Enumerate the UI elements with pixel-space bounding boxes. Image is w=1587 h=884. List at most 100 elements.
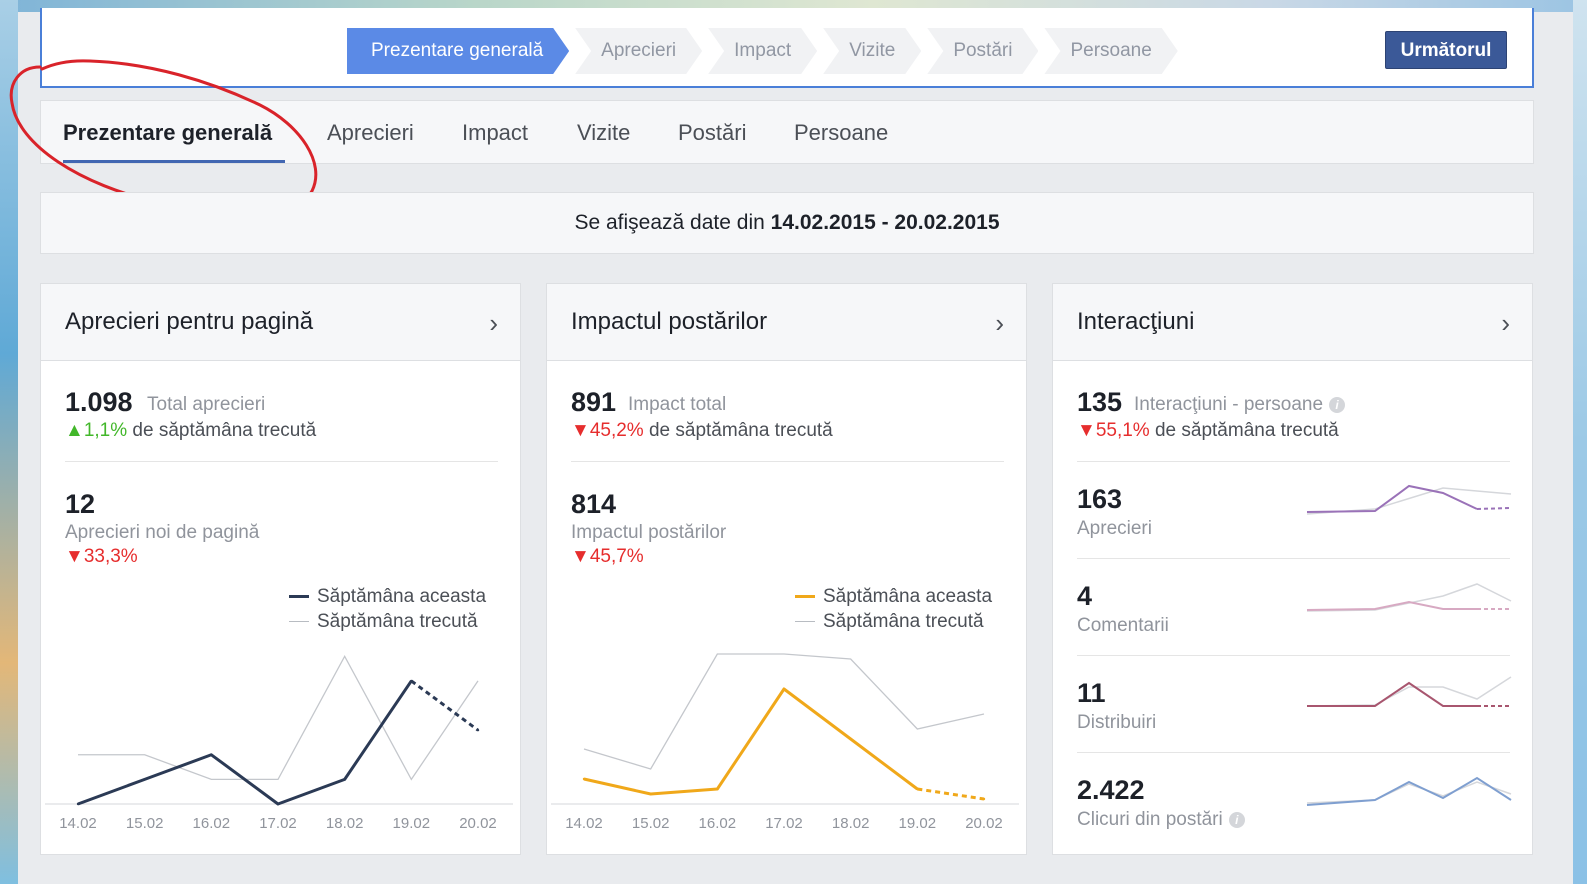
divider: [65, 461, 498, 462]
legend-this-week: Săptămâna aceasta: [289, 586, 486, 608]
divider: [1077, 752, 1510, 753]
guide-step-likes[interactable]: Aprecieri: [575, 28, 702, 74]
divider: [1077, 461, 1510, 462]
engagement-likes-label: Aprecieri: [1077, 518, 1152, 539]
card-header[interactable]: Aprecieri pentru pagină ›: [41, 284, 520, 361]
x-tick-label: 20.02: [965, 815, 1003, 832]
next-button[interactable]: Următorul: [1385, 31, 1507, 69]
card-title: Impactul postărilor: [571, 308, 768, 335]
chevron-right-icon[interactable]: ›: [489, 308, 498, 339]
series-this-week-line: [77, 680, 413, 806]
x-tick-label: 19.02: [393, 815, 431, 832]
tab-visits[interactable]: Vizite: [577, 120, 630, 146]
divider: [571, 461, 1004, 462]
total-likes-value: 1.098: [65, 387, 133, 417]
sparkline-aprecieri: [1306, 484, 1512, 515]
engagement-comments-value: 4: [1077, 581, 1093, 611]
x-tick-label: 16.02: [699, 815, 737, 832]
new-likes-label: Aprecieri noi de pagină: [65, 522, 260, 543]
engagement-clicks-label: Clicuri din postări i: [1077, 809, 1245, 831]
guide-step-posts[interactable]: Postări: [927, 28, 1038, 74]
guide-step-visits[interactable]: Vizite: [823, 28, 921, 74]
new-likes-change: ▼33,3%: [65, 546, 138, 567]
engagement-likes-value: 163: [1077, 484, 1123, 514]
card-header[interactable]: Impactul postărilor ›: [547, 284, 1026, 361]
x-tick-label: 20.02: [459, 815, 497, 832]
data-point: [76, 802, 80, 806]
info-icon[interactable]: i: [1228, 811, 1245, 828]
likes-line-chart: 14.02 15.02 16.02 17.02 18.02 19.02 20.02: [45, 654, 513, 832]
tab-people[interactable]: Persoane: [794, 120, 888, 146]
data-point: [782, 687, 786, 691]
triangle-down-icon: ▼: [571, 546, 590, 567]
legend-last-week: Săptămâna trecută: [289, 611, 478, 633]
tab-likes[interactable]: Aprecieri: [327, 120, 414, 146]
sparkline-distribuiri: [1306, 676, 1512, 707]
engagement-total-label: Interacţiuni - persoane i: [1134, 394, 1346, 416]
sparkline-comentarii: [1306, 583, 1512, 612]
post-reach-label: Impactul postărilor: [571, 522, 727, 543]
card-title: Aprecieri pentru pagină: [65, 308, 314, 335]
total-likes-change: ▲1,1% de săptămâna trecută: [65, 420, 317, 441]
card-title: Interacţiuni: [1077, 308, 1195, 335]
background-right: [1573, 0, 1587, 884]
info-icon[interactable]: i: [1329, 396, 1346, 413]
triangle-up-icon: ▲: [65, 420, 84, 441]
engagement-shares-value: 11: [1077, 678, 1106, 708]
series-last-week-line: [78, 654, 479, 781]
chevron-right-icon[interactable]: ›: [995, 308, 1004, 339]
card-page-likes: Aprecieri pentru pagină › 1.098 Total ap…: [40, 283, 521, 855]
card-header[interactable]: Interacţiuni ›: [1053, 284, 1532, 361]
engagement-total-change: ▼55,1% de săptămâna trecută: [1077, 420, 1339, 441]
x-tick-label: 18.02: [832, 815, 870, 832]
triangle-down-icon: ▼: [65, 546, 84, 567]
triangle-down-icon: ▼: [571, 420, 590, 441]
data-point: [343, 778, 346, 781]
data-point: [982, 797, 986, 801]
data-point: [410, 679, 413, 683]
x-tick-label: 14.02: [565, 815, 603, 832]
x-tick-label: 17.02: [259, 815, 297, 832]
engagement-comments-label: Comentarii: [1077, 615, 1169, 636]
guide-step-reach[interactable]: Impact: [708, 28, 817, 74]
total-reach-value: 891: [571, 387, 617, 417]
data-point: [916, 787, 919, 791]
data-point: [476, 728, 480, 732]
engagement-shares-label: Distribuiri: [1077, 712, 1157, 733]
date-range-bar: Se afişează date din 14.02.2015 - 20.02.…: [40, 192, 1534, 254]
date-range-value: 14.02.2015 - 20.02.2015: [770, 211, 1000, 234]
x-tick-label: 19.02: [899, 815, 937, 832]
card-engagement: Interacţiuni › 135 Interacţiuni - persoa…: [1052, 283, 1533, 855]
sparkline-clicuri: [1306, 776, 1512, 806]
data-point: [143, 778, 146, 781]
x-tick-label: 18.02: [326, 815, 364, 832]
x-tick-label: 15.02: [126, 815, 164, 832]
x-tick-label: 15.02: [632, 815, 670, 832]
total-reach-label: Impact total: [628, 394, 727, 415]
legend-this-week: Săptămâna aceasta: [795, 586, 992, 608]
data-point: [276, 802, 280, 806]
tab-reach[interactable]: Impact: [462, 120, 528, 146]
tab-posts[interactable]: Postări: [678, 120, 746, 146]
x-tick-label: 14.02: [59, 815, 97, 832]
reach-line-chart: 14.02 15.02 16.02 17.02 18.02 19.02 20.02: [551, 653, 1019, 832]
series-this-week-line: [583, 687, 919, 796]
guide-steps: Prezentare generală Aprecieri Impact Viz…: [347, 28, 1184, 74]
new-likes-value: 12: [65, 489, 96, 519]
data-point: [716, 787, 719, 791]
guide-step-people[interactable]: Persoane: [1044, 28, 1177, 74]
data-point: [582, 777, 586, 781]
legend-last-week: Săptămâna trecută: [795, 611, 984, 633]
guide-step-overview[interactable]: Prezentare generală: [347, 28, 569, 74]
post-reach-change: ▼45,7%: [571, 546, 644, 567]
chevron-right-icon[interactable]: ›: [1501, 308, 1510, 339]
data-point: [849, 737, 852, 741]
triangle-down-icon: ▼: [1077, 420, 1096, 441]
engagement-total-value: 135: [1077, 387, 1123, 417]
card-post-reach: Impactul postărilor › 891 Impact total ▼…: [546, 283, 1027, 855]
series-this-week-projection: [917, 787, 985, 801]
data-point: [210, 753, 213, 756]
total-likes-label: Total aprecieri: [147, 394, 266, 415]
x-tick-label: 16.02: [193, 815, 231, 832]
series-last-week-line: [583, 653, 985, 770]
